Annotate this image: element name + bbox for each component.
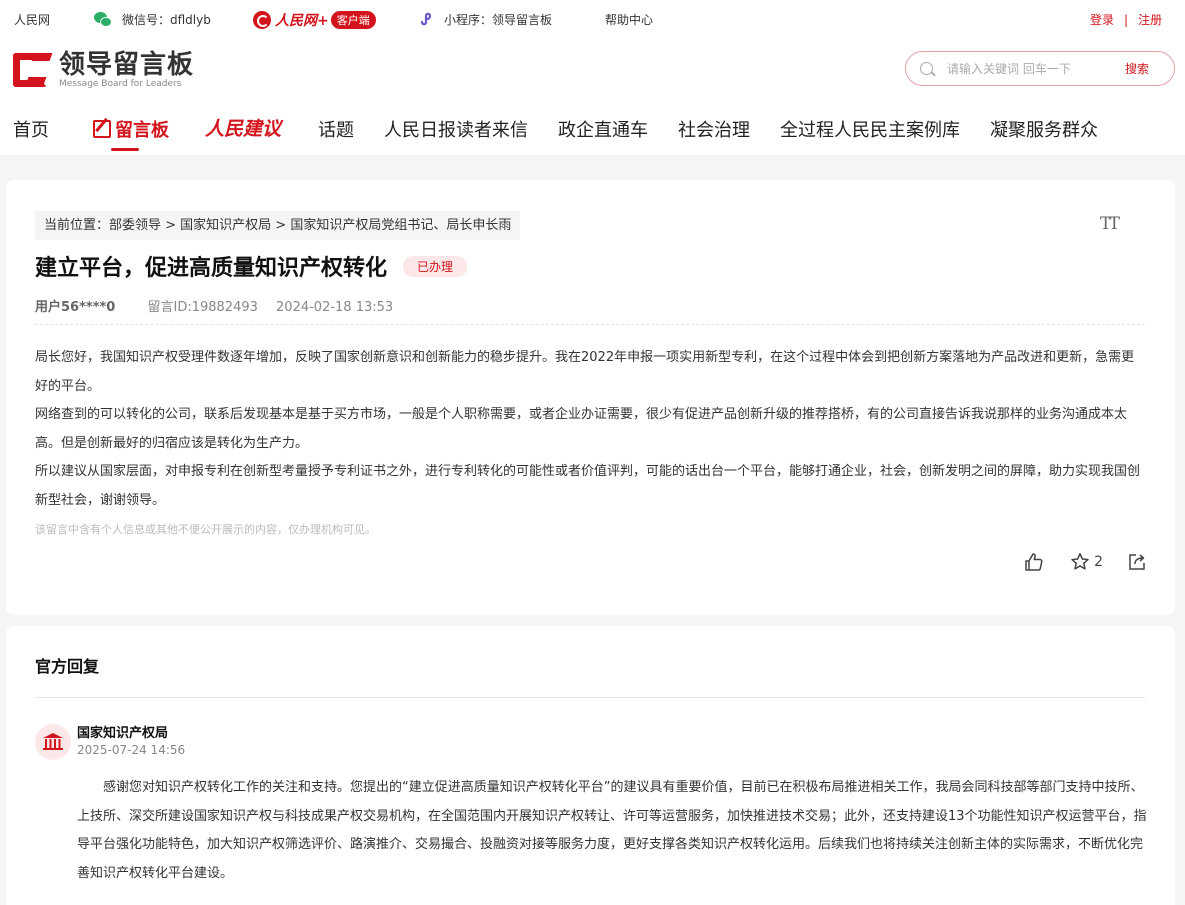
miniprogram-link[interactable]: 小程序：领导留言板 bbox=[418, 10, 552, 28]
nav-readers-letters[interactable]: 人民日报读者来信 bbox=[384, 116, 528, 142]
message-card: 当前位置：部委领导 > 国家知识产权局 > 国家知识产权局党组书记、局长申长雨 … bbox=[6, 180, 1175, 615]
main-nav: 首页 留言板 人民建议 话题 人民日报读者来信 政企直通车 社会治理 全过程人民… bbox=[0, 108, 1185, 155]
search-button[interactable]: 搜索 bbox=[1125, 60, 1149, 77]
bank-icon bbox=[43, 733, 63, 751]
site-logo[interactable]: 领导留言板 Message Board for Leaders bbox=[13, 51, 194, 89]
message-title: 建立平台，促进高质量知识产权转化 bbox=[35, 256, 388, 281]
search-input[interactable] bbox=[947, 61, 1117, 76]
breadcrumb: 当前位置：部委领导 > 国家知识产权局 > 国家知识产权局党组书记、局长申长雨 bbox=[35, 211, 521, 240]
reply-card: 官方回复 国家知识产权局 2025-07-24 14:56 感谢您对知识产权转化… bbox=[6, 626, 1175, 905]
reply-time: 2025-07-24 14:56 bbox=[77, 743, 186, 757]
favorite-count: 2 bbox=[1094, 554, 1103, 570]
app-name: 人民网+ bbox=[275, 13, 329, 29]
help-link[interactable]: 帮助中心 bbox=[605, 11, 653, 28]
logo-subtitle: Message Board for Leaders bbox=[59, 79, 182, 89]
search-box: 搜索 bbox=[905, 51, 1175, 86]
message-actions: 2 bbox=[1000, 552, 1147, 572]
reply-section-title: 官方回复 bbox=[35, 657, 100, 676]
nav-democracy-cases[interactable]: 全过程人民民主案例库 bbox=[780, 116, 960, 142]
nav-enterprise-express[interactable]: 政企直通车 bbox=[558, 116, 648, 142]
nav-message-board[interactable]: 留言板 bbox=[93, 116, 169, 142]
org-avatar bbox=[35, 724, 71, 760]
miniprogram-label: 小程序：领导留言板 bbox=[444, 12, 553, 27]
app-client-link[interactable]: 人民网+ 客户端 bbox=[253, 10, 376, 30]
message-meta: 用户56****0 留言ID:19882493 2024-02-18 13:53 bbox=[35, 296, 393, 315]
app-logo-icon bbox=[253, 11, 271, 29]
site-link[interactable]: 人民网 bbox=[14, 11, 50, 28]
login-link[interactable]: 登录 bbox=[1090, 11, 1114, 28]
site-link-label: 人民网 bbox=[14, 13, 51, 27]
header: 领导留言板 Message Board for Leaders 搜索 首页 留言… bbox=[0, 38, 1185, 155]
wechat-link[interactable]: 微信号：dfldlyb bbox=[94, 11, 211, 28]
nav-message-board-label: 留言板 bbox=[115, 120, 169, 141]
miniprogram-icon bbox=[420, 12, 432, 26]
message-user: 用户56****0 bbox=[35, 300, 116, 315]
auth-separator: | bbox=[1124, 12, 1129, 27]
nav-social-governance[interactable]: 社会治理 bbox=[678, 116, 750, 142]
nav-topics[interactable]: 话题 bbox=[318, 116, 354, 142]
app-tag: 客户端 bbox=[330, 11, 376, 29]
reply-org-name: 国家知识产权局 bbox=[77, 726, 169, 741]
message-time: 2024-02-18 13:53 bbox=[276, 300, 394, 315]
wechat-icon bbox=[94, 12, 112, 27]
message-body: 局长您好，我国知识产权受理件数逐年增加，反映了国家创新意识和创新能力的稳步提升。… bbox=[35, 344, 1147, 515]
meta-divider bbox=[35, 324, 1145, 325]
star-icon[interactable] bbox=[1070, 552, 1090, 572]
message-id: 留言ID:19882493 bbox=[147, 300, 258, 315]
auth-links: 登录 | 注册 bbox=[1090, 11, 1162, 28]
logo-title: 领导留言板 bbox=[59, 50, 195, 80]
logo-mark-icon bbox=[13, 51, 53, 89]
privacy-note: 该留言中含有个人信息或其他不便公开展示的内容，仅办理机构可见。 bbox=[35, 523, 376, 536]
font-size-toggle-icon[interactable]: TT bbox=[1100, 214, 1120, 234]
register-link[interactable]: 注册 bbox=[1138, 11, 1162, 28]
nav-home[interactable]: 首页 bbox=[13, 116, 49, 142]
help-label: 帮助中心 bbox=[605, 13, 654, 27]
reply-divider bbox=[35, 697, 1145, 698]
thumbs-up-icon[interactable] bbox=[1024, 552, 1044, 572]
wechat-label: 微信号：dfldlyb bbox=[122, 13, 211, 27]
message-paragraph: 网络查到的可以转化的公司，联系后发现基本是基于买方市场，一般是个人职称需要，或者… bbox=[35, 407, 1128, 451]
reply-body: 感谢您对知识产权转化工作的关注和支持。您提出的“建立促进高质量知识产权转化平台”… bbox=[77, 780, 1147, 881]
nav-active-indicator bbox=[111, 148, 139, 151]
share-icon[interactable] bbox=[1127, 552, 1147, 572]
search-icon bbox=[920, 62, 933, 75]
edit-icon bbox=[93, 120, 111, 138]
top-bar: 人民网 微信号：dfldlyb 人民网+ 客户端 小程序：领导留言板 帮助中心 … bbox=[0, 0, 1185, 38]
message-paragraph: 局长您好，我国知识产权受理件数逐年增加，反映了国家创新意识和创新能力的稳步提升。… bbox=[35, 350, 1135, 394]
nav-people-suggestion[interactable]: 人民建议 bbox=[205, 114, 281, 141]
status-badge: 已办理 bbox=[403, 255, 468, 277]
message-paragraph: 所以建议从国家层面，对申报专利在创新型考量授予专利证书之外，进行专利转化的可能性… bbox=[35, 464, 1141, 508]
nav-serve-masses[interactable]: 凝聚服务群众 bbox=[990, 116, 1098, 142]
